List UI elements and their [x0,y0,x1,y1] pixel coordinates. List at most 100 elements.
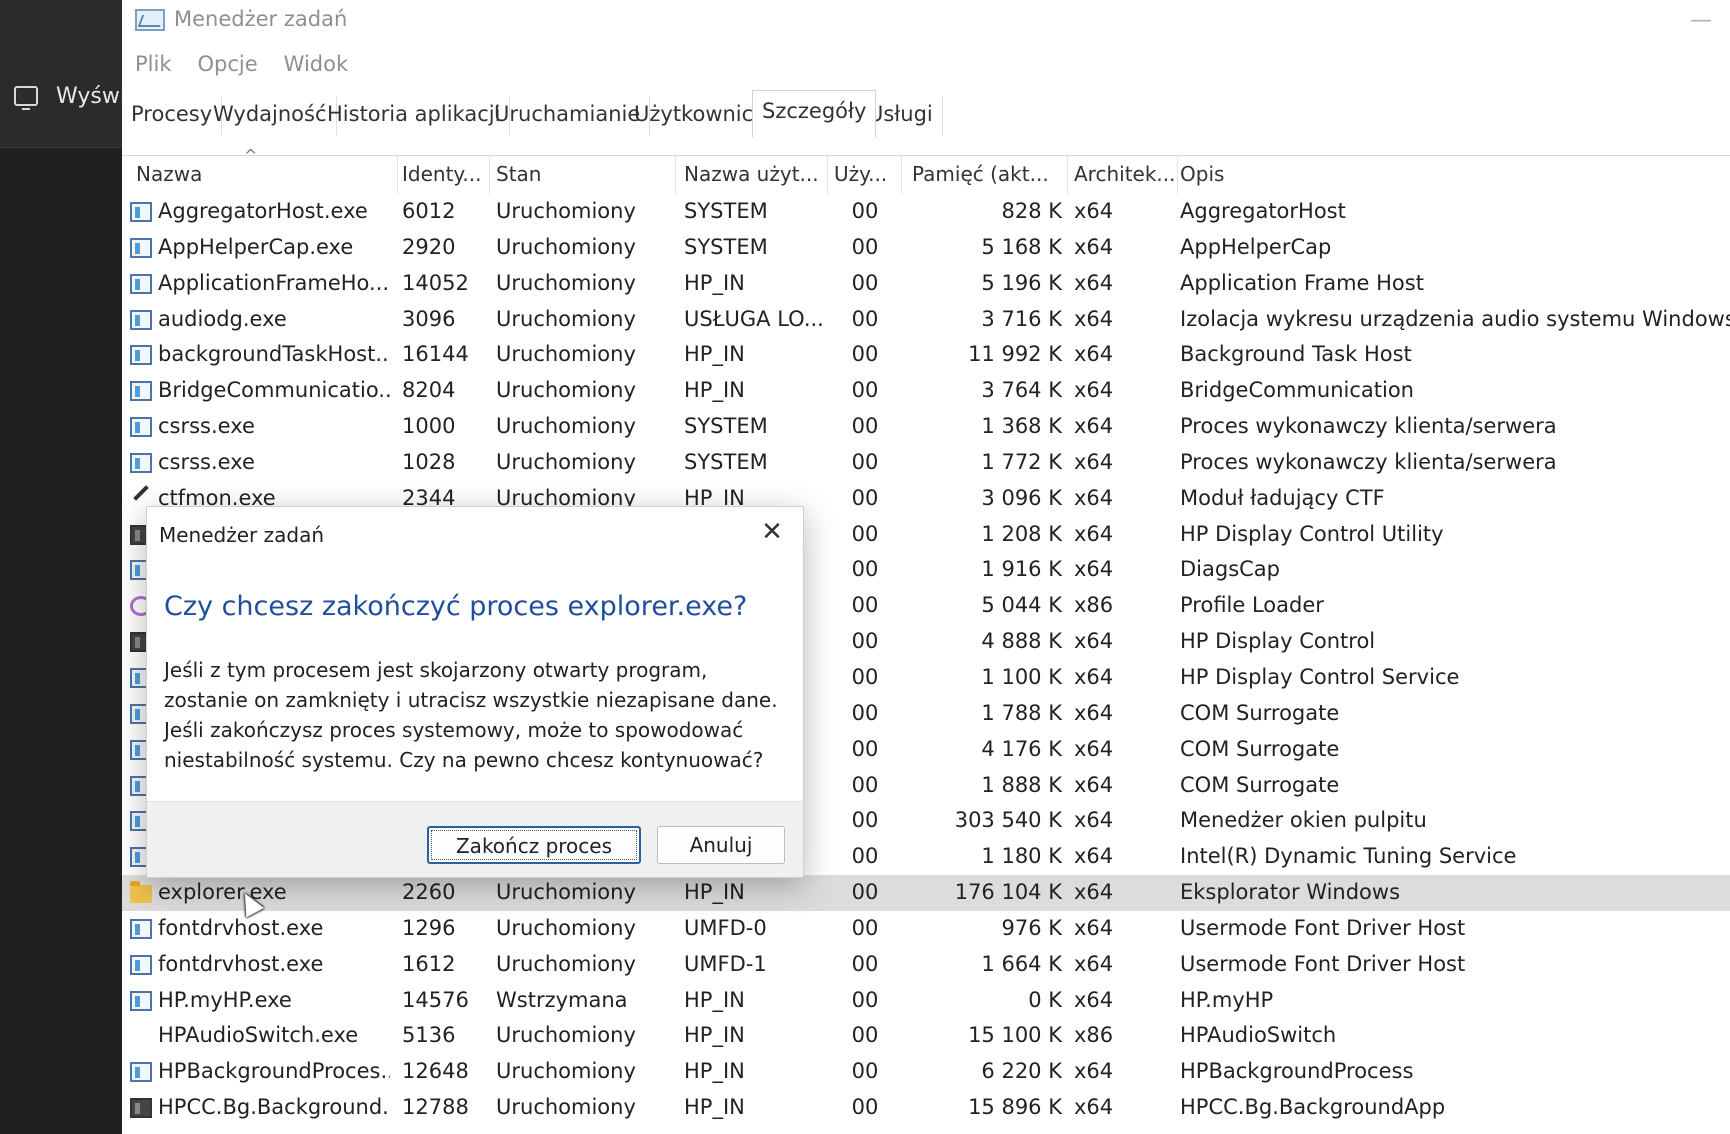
process-description: Intel(R) Dynamic Tuning Service [1180,844,1517,869]
process-description: HP.myHP [1180,987,1274,1012]
process-name: BridgeCommunicatio... [158,378,390,403]
process-status: Uruchomiony [496,880,636,905]
column-header-name[interactable]: Nazwa [128,156,398,194]
process-description: HPAudioSwitch [1180,1023,1337,1048]
process-id: 1028 [402,449,456,474]
menu-plik[interactable]: Plik [122,48,185,84]
process-architecture: x64 [1074,521,1114,546]
process-name: AggregatorHost.exe [158,199,368,223]
table-row[interactable]: explorer.exe 2260 Uruchomiony HP_IN 00 176 10… [122,875,1730,911]
table-row[interactable]: csrss.exe 1000 Uruchomiony SYSTEM 00 1 368 K x… [122,409,1730,445]
process-architecture: x64 [1074,987,1114,1012]
menu-widok[interactable]: Widok [271,48,361,84]
process-user: HP_IN [684,1023,745,1048]
process-id: 2920 [402,234,456,259]
process-description: Usermode Font Driver Host [1180,915,1466,940]
process-architecture: x64 [1074,1095,1114,1120]
process-architecture: x64 [1074,378,1114,403]
column-header-user[interactable]: Nazwa użyt... [684,156,828,194]
table-row[interactable]: BridgeCommunicatio... 8204 Uruchomiony HP_I… [122,373,1730,409]
process-status: Uruchomiony [496,378,636,403]
table-row[interactable]: AppHelperCap.exe 2920 Uruchomiony SYSTEM 00 5… [122,230,1730,266]
process-description: Eksplorator Windows [1180,880,1401,905]
process-description: Izolacja wykresu urządzenia audio system… [1180,306,1730,331]
tab-szczegoly[interactable]: Szczegóły [752,90,877,138]
tab-bar: Procesy Wydajność Historia aplikacji Uru… [122,90,1730,156]
table-row[interactable]: HPBackgroundProces... 12648 Uruchomiony HP_… [122,1054,1730,1090]
process-architecture: x64 [1074,915,1114,940]
process-memory: 176 104 K [954,880,1062,905]
tab-wydajnosc[interactable]: Wydajność [204,96,337,136]
column-header-pid[interactable]: Identy... [402,156,490,194]
process-description: Proces wykonawczy klienta/serwera [1180,414,1557,439]
process-name: HPAudioSwitch.exe [158,1023,359,1048]
process-architecture: x64 [1074,772,1114,797]
column-header-memory[interactable]: Pamięć (akt... [912,156,1068,194]
column-header-status[interactable]: Stan [496,156,676,194]
column-header-cpu[interactable]: Uży... [834,156,902,194]
table-row[interactable]: csrss.exe 1028 Uruchomiony SYSTEM 00 1 772 K x… [122,445,1730,481]
process-cpu: 00 [851,629,879,654]
process-user: HP_IN [684,1059,745,1084]
dialog-message-line: Jeśli z tym procesem jest skojarzony otw… [164,658,708,682]
table-row[interactable]: audiodg.exe 3096 Uruchomiony USŁUGA LO... 00… [122,302,1730,338]
process-cpu: 00 [851,521,879,546]
process-memory: 1 100 K [981,664,1062,689]
process-description: Proces wykonawczy klienta/serwera [1180,449,1557,474]
process-description: COM Surrogate [1180,736,1340,761]
table-row[interactable]: AggregatorHost.exe 6012 Uruchomiony SYSTEM 0… [122,194,1730,230]
task-manager-icon [135,9,165,31]
process-architecture: x64 [1074,234,1114,259]
minimize-button[interactable]: — [1690,8,1712,33]
tab-historia-aplikacji[interactable]: Historia aplikacji [318,96,511,136]
process-memory: 11 992 K [968,342,1062,367]
table-row[interactable]: fontdrvhost.exe 1296 Uruchomiony UMFD-0 00 97… [122,911,1730,947]
table-row[interactable]: HPAudioSwitch.exe 5136 Uruchomiony HP_IN 00 1… [122,1018,1730,1054]
process-id: 12788 [402,1095,469,1120]
display-icon[interactable] [14,86,38,110]
process-user: SYSTEM [684,414,768,439]
table-row[interactable]: ApplicationFrameHo... 14052 Uruchomiony HP_… [122,266,1730,302]
process-memory: 1 772 K [981,449,1062,474]
process-status: Uruchomiony [496,234,636,259]
process-memory: 3 716 K [981,306,1062,331]
process-id: 2260 [402,880,456,905]
process-architecture: x64 [1074,844,1114,869]
process-architecture: x64 [1074,449,1114,474]
process-cpu: 00 [851,557,879,582]
table-row[interactable]: fontdrvhost.exe 1612 Uruchomiony UMFD-1 00 1 … [122,947,1730,983]
process-description: COM Surrogate [1180,700,1340,725]
process-description: HPCC.Bg.BackgroundApp [1180,1095,1446,1120]
process-architecture: x64 [1074,629,1114,654]
table-row[interactable]: HPCC.Bg.Background... 12788 Uruchomiony HP_… [122,1090,1730,1126]
cancel-button[interactable]: Anuluj [657,826,785,864]
process-name: backgroundTaskHost.... [158,342,390,367]
process-name: HPCC.Bg.Background... [158,1095,390,1120]
left-pane-label[interactable]: Wyświ [56,84,122,109]
process-cpu: 00 [851,808,879,833]
process-architecture: x64 [1074,664,1114,689]
table-row[interactable]: backgroundTaskHost.... 16144 Uruchomiony HP… [122,337,1730,373]
process-architecture: x64 [1074,880,1114,905]
process-description: DiagsCap [1180,557,1281,582]
process-cpu: 00 [851,736,879,761]
process-user: UMFD-0 [684,915,767,940]
close-icon[interactable]: ✕ [757,517,787,547]
end-process-button[interactable]: Zakończ proces [427,826,641,864]
column-header-description[interactable]: Opis [1180,156,1720,194]
process-architecture: x64 [1074,342,1114,367]
process-name: HPBackgroundProces... [158,1059,390,1084]
process-user: UMFD-1 [684,951,767,976]
process-memory: 976 K [1001,915,1062,940]
table-header: ^ Nazwa Identy... Stan Nazwa użyt... Uży… [122,146,1730,194]
process-memory: 4 888 K [981,629,1062,654]
left-navigation-pane: Wyświ [0,0,122,1134]
column-header-architecture[interactable]: Architek... [1074,156,1178,194]
process-memory: 4 176 K [981,736,1062,761]
process-status: Uruchomiony [496,306,636,331]
process-name: fontdrvhost.exe [158,915,324,940]
menu-opcje[interactable]: Opcje [185,48,271,84]
process-id: 1000 [402,414,456,439]
table-row[interactable]: HP.myHP.exe 14576 Wstrzymana HP_IN 00 0 K x64 H… [122,983,1730,1019]
process-memory: 1 888 K [981,772,1062,797]
